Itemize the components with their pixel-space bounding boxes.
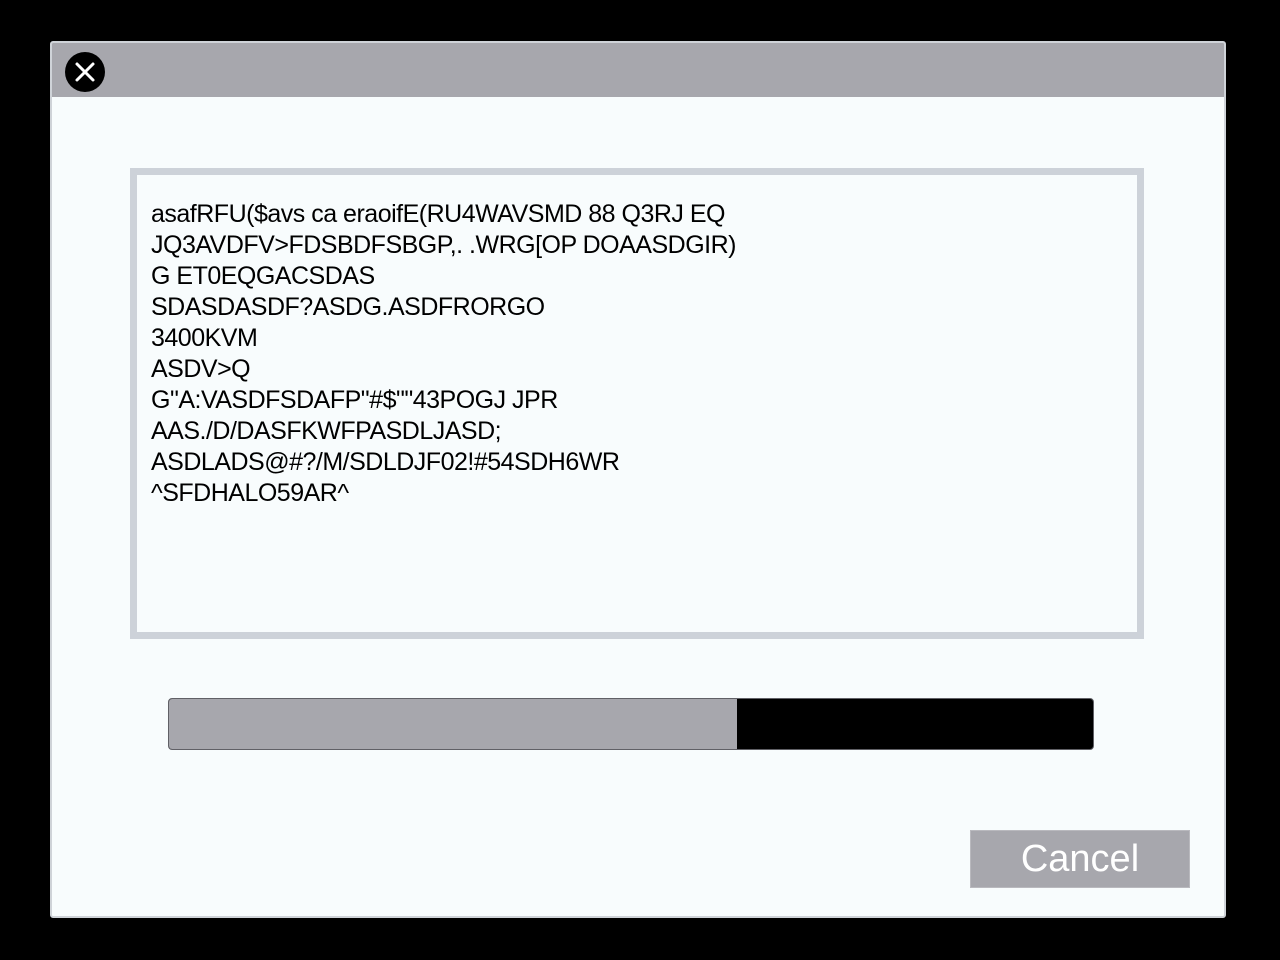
cancel-button[interactable]: Cancel — [970, 830, 1190, 888]
log-line: ASDLADS@#?/M/SDLDJF02!#54SDH6WR — [151, 448, 620, 476]
log-line: 3400KVM — [151, 324, 258, 352]
progress-bar — [168, 698, 1094, 750]
progress-bar-fill — [169, 699, 738, 749]
log-line: G"A:VASDFSDAFP"#$""43POGJ JPR — [151, 386, 558, 414]
log-line: G ET0EQGACSDAS — [151, 262, 375, 290]
progress-dialog: asafRFU($avs ca eraoifE(RU4WAVSMD 88 Q3R… — [50, 41, 1226, 918]
dialog-titlebar — [52, 43, 1224, 97]
log-line: AAS./D/DASFKWFPASDLJASD; — [151, 417, 502, 445]
log-line: ASDV>Q — [151, 355, 251, 383]
log-text: asafRFU($avs ca eraoifE(RU4WAVSMD 88 Q3R… — [151, 199, 736, 509]
log-text-panel: asafRFU($avs ca eraoifE(RU4WAVSMD 88 Q3R… — [130, 168, 1144, 639]
log-line: SDASDASDF?ASDG.ASDFRORGO — [151, 293, 545, 321]
log-line: JQ3AVDFV>FDSBDFSBGP,. .WRG[OP DOAASDGIR) — [151, 231, 736, 259]
log-line: ^SFDHALO59AR^ — [151, 479, 349, 507]
log-line: asafRFU($avs ca eraoifE(RU4WAVSMD 88 Q3R… — [151, 200, 725, 228]
close-icon[interactable] — [65, 52, 105, 92]
